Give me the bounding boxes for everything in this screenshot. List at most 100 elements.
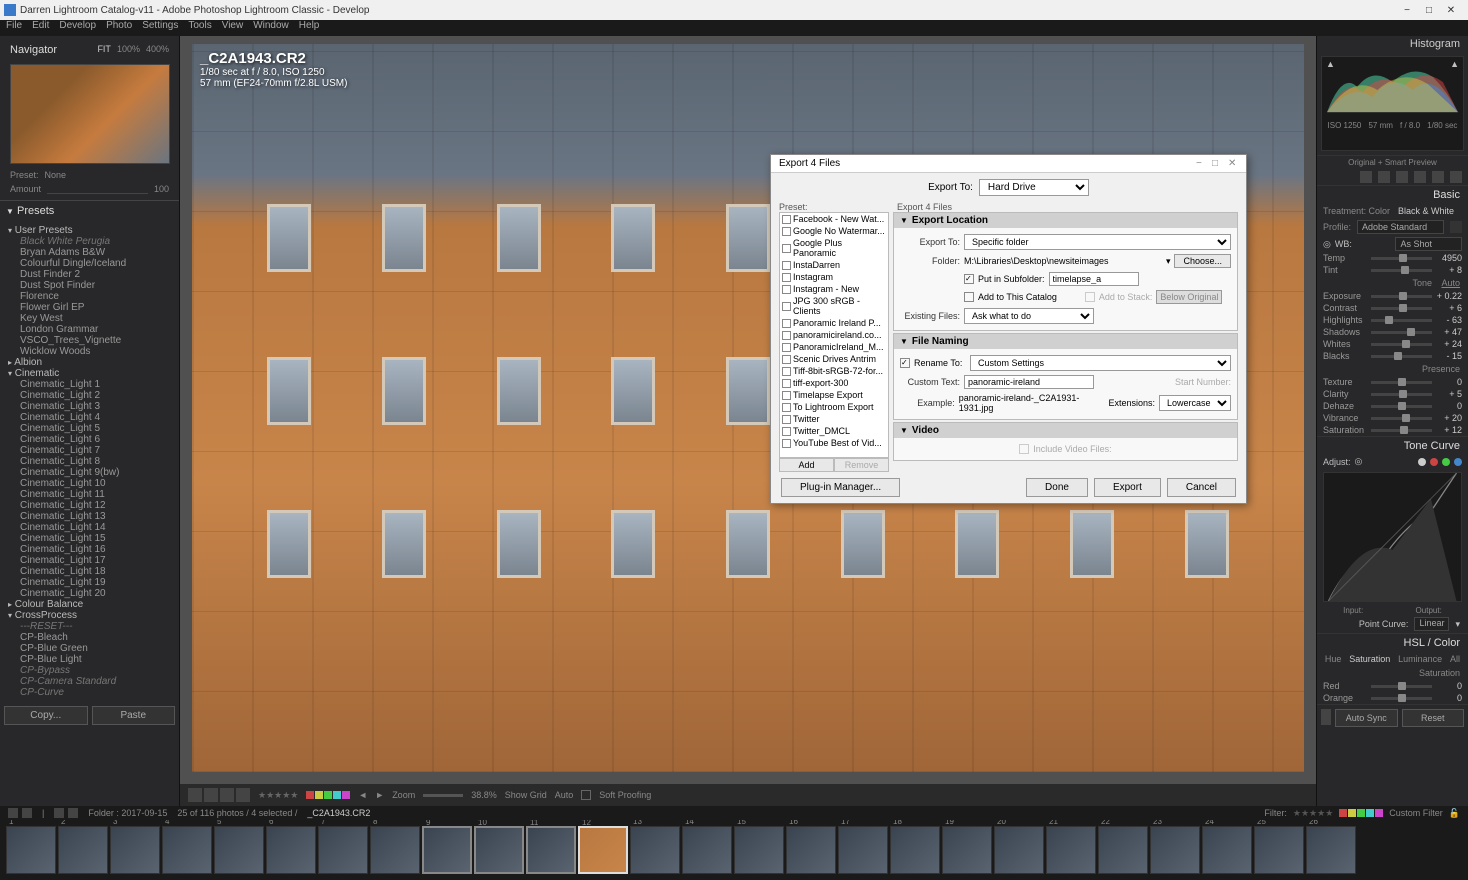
slider-shadows[interactable]: [1371, 331, 1432, 334]
filmstrip-thumb[interactable]: 23: [1150, 826, 1200, 874]
filmstrip-thumb[interactable]: 7: [318, 826, 368, 874]
prev-photo-icon[interactable]: ◄: [358, 790, 367, 800]
preset-item[interactable]: Key West: [4, 313, 175, 324]
auto-label[interactable]: Auto: [555, 790, 574, 800]
grid-icon[interactable]: [236, 788, 250, 802]
filmstrip-thumb[interactable]: 16: [786, 826, 836, 874]
slider-blacks[interactable]: [1371, 355, 1432, 358]
treatment-color[interactable]: Color: [1368, 206, 1390, 216]
preset-group[interactable]: ▸ Albion: [4, 357, 175, 368]
hsl-header[interactable]: HSL / Color: [1317, 634, 1468, 652]
export-preset-item[interactable]: panoramicireland.co...: [780, 329, 888, 341]
treatment-bw[interactable]: Black & White: [1398, 206, 1454, 216]
preset-group[interactable]: ▾ Cinematic: [4, 368, 175, 379]
spot-tool-icon[interactable]: [1378, 171, 1390, 183]
dialog-close-icon[interactable]: ✕: [1228, 158, 1238, 168]
preset-item[interactable]: CP-Blue Green: [4, 643, 175, 654]
curve-channel-b[interactable]: [1454, 458, 1462, 466]
amount-slider[interactable]: [47, 184, 148, 194]
autosync-button[interactable]: Auto Sync: [1335, 709, 1398, 727]
preset-item[interactable]: Black White Perugia: [4, 236, 175, 247]
export-preset-item[interactable]: Instagram: [780, 271, 888, 283]
preset-item[interactable]: Cinematic_Light 16: [4, 544, 175, 555]
compare-icon[interactable]: [220, 788, 234, 802]
preset-item[interactable]: Cinematic_Light 19: [4, 577, 175, 588]
preset-item[interactable]: Cinematic_Light 9(bw): [4, 467, 175, 478]
preset-item[interactable]: Colourful Dingle/Iceland: [4, 258, 175, 269]
filmstrip-thumb[interactable]: 3: [110, 826, 160, 874]
menu-help[interactable]: Help: [299, 20, 320, 36]
preset-remove-button[interactable]: Remove: [834, 458, 889, 472]
preset-item[interactable]: Cinematic_Light 14: [4, 522, 175, 533]
curve-channel-g[interactable]: [1442, 458, 1450, 466]
zoom-100[interactable]: 100%: [117, 44, 140, 56]
menu-window[interactable]: Window: [253, 20, 289, 36]
preset-item[interactable]: Bryan Adams B&W: [4, 247, 175, 258]
export-preset-item[interactable]: To Lightroom Export: [780, 401, 888, 413]
grid-view-icon[interactable]: [22, 808, 32, 818]
export-preset-item[interactable]: Google Plus Panoramic: [780, 237, 888, 259]
hsl-tab-hue[interactable]: Hue: [1325, 654, 1342, 664]
preset-item[interactable]: CP-Camera Standard: [4, 676, 175, 687]
wb-target-icon[interactable]: ◎: [1323, 239, 1331, 250]
slider-texture[interactable]: [1371, 381, 1432, 384]
dialog-maximize-icon[interactable]: □: [1212, 158, 1222, 168]
menu-edit[interactable]: Edit: [32, 20, 49, 36]
preset-item[interactable]: Cinematic_Light 20: [4, 588, 175, 599]
export-preset-list[interactable]: Facebook - New Wat...Google No Watermar.…: [779, 212, 889, 458]
rename-select[interactable]: Custom Settings: [970, 355, 1231, 371]
navigator-title[interactable]: Navigator: [10, 44, 57, 56]
preset-item[interactable]: Cinematic_Light 6: [4, 434, 175, 445]
maximize-button[interactable]: □: [1424, 5, 1434, 15]
preset-item[interactable]: Florence: [4, 291, 175, 302]
preset-item[interactable]: Cinematic_Light 4: [4, 412, 175, 423]
export-preset-item[interactable]: Timelapse Export: [780, 389, 888, 401]
zoom-fit[interactable]: FIT: [97, 44, 111, 56]
custom-filter[interactable]: Custom Filter: [1389, 808, 1443, 818]
hsl-tab-lum[interactable]: Luminance: [1398, 654, 1442, 664]
crop-tool-icon[interactable]: [1360, 171, 1372, 183]
copy-button[interactable]: Copy...: [4, 706, 88, 725]
slider-temp[interactable]: [1371, 257, 1432, 260]
curve-channel-rgb[interactable]: [1418, 458, 1426, 466]
custom-text-input[interactable]: [964, 375, 1094, 389]
point-curve-select[interactable]: Linear: [1414, 617, 1449, 631]
slider-exposure[interactable]: [1371, 295, 1432, 298]
filmstrip-thumb[interactable]: 15: [734, 826, 784, 874]
reset-button[interactable]: Reset: [1402, 709, 1465, 727]
export-preset-item[interactable]: tiff-export-300: [780, 377, 888, 389]
preset-item[interactable]: Dust Spot Finder: [4, 280, 175, 291]
preset-item[interactable]: Cinematic_Light 17: [4, 555, 175, 566]
filmstrip-thumb[interactable]: 1: [6, 826, 56, 874]
filmstrip-thumb[interactable]: 25: [1254, 826, 1304, 874]
color-labels[interactable]: [306, 791, 350, 799]
preset-item[interactable]: Cinematic_Light 3: [4, 401, 175, 412]
tonecurve-header[interactable]: Tone Curve: [1317, 437, 1468, 455]
preset-group[interactable]: ▾ User Presets: [4, 225, 175, 236]
filmstrip-thumb[interactable]: 9: [422, 826, 472, 874]
filmstrip-thumb[interactable]: 8: [370, 826, 420, 874]
point-curve-menu-icon[interactable]: ▾: [1455, 619, 1460, 630]
export-preset-item[interactable]: YouTube Best of Vid...: [780, 437, 888, 449]
preset-item[interactable]: Cinematic_Light 10: [4, 478, 175, 489]
preset-item[interactable]: VSCO_Trees_Vignette: [4, 335, 175, 346]
preset-item[interactable]: Cinematic_Light 13: [4, 511, 175, 522]
second-monitor-icon[interactable]: [8, 808, 18, 818]
filter-colors[interactable]: [1339, 809, 1383, 817]
put-subfolder-checkbox[interactable]: [964, 274, 974, 284]
filmstrip-thumb[interactable]: 14: [682, 826, 732, 874]
slider-dehaze[interactable]: [1371, 405, 1432, 408]
filmstrip-thumb[interactable]: 11: [526, 826, 576, 874]
file-naming-header[interactable]: ▼File Naming: [894, 334, 1237, 349]
filter-lock-icon[interactable]: 🔓: [1449, 808, 1460, 819]
redeye-tool-icon[interactable]: [1396, 171, 1408, 183]
show-grid[interactable]: Show Grid: [505, 790, 547, 800]
filmstrip-thumb[interactable]: 24: [1202, 826, 1252, 874]
soft-proof-checkbox[interactable]: [581, 790, 591, 800]
export-preset-item[interactable]: Facebook - New Wat...: [780, 213, 888, 225]
hsl-tab-all[interactable]: All: [1450, 654, 1460, 664]
filter-stars[interactable]: ★★★★★: [1293, 808, 1333, 819]
rating-stars[interactable]: ★★★★★: [258, 790, 298, 801]
export-preset-item[interactable]: Tiff-8bit-sRGB-72-for...: [780, 365, 888, 377]
menu-file[interactable]: File: [6, 20, 22, 36]
